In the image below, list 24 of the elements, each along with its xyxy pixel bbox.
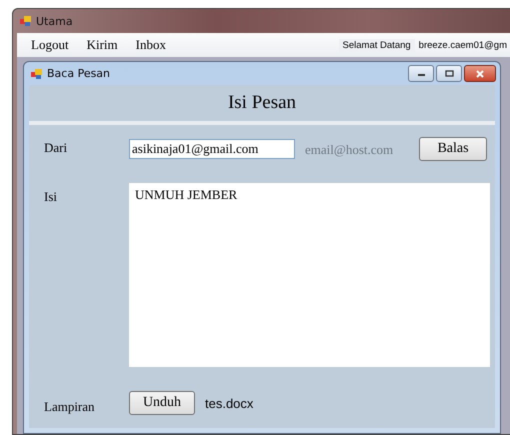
attachment-name: tes.docx xyxy=(205,396,254,410)
hint-label: email@host.com xyxy=(305,142,394,158)
greeting-label: Selamat Datang xyxy=(338,38,415,52)
app-icon xyxy=(31,68,42,78)
download-button[interactable]: Unduh xyxy=(129,391,195,415)
reply-button[interactable]: Balas xyxy=(419,137,487,161)
attachment-label: Lampiran xyxy=(44,398,96,415)
app-icon xyxy=(20,16,31,26)
user-label: breeze.caem01@gm xyxy=(418,40,507,50)
menu-item[interactable]: Inbox xyxy=(136,37,166,53)
minimize-button[interactable] xyxy=(408,65,434,82)
message-field[interactable]: UNMUH JEMBER xyxy=(129,183,490,367)
from-label: Dari xyxy=(44,139,68,156)
from-field[interactable]: asikinaja01@gmail.com xyxy=(129,139,295,159)
maximize-button[interactable] xyxy=(436,65,462,82)
body-label: Isi xyxy=(44,188,58,205)
header-title: Isi Pesan xyxy=(228,92,296,114)
menu-item[interactable]: Logout xyxy=(31,37,69,53)
menu-item[interactable]: Kirim xyxy=(86,37,118,53)
close-icon xyxy=(475,70,485,78)
window-title: Baca Pesan xyxy=(47,67,110,80)
window-title: Utama xyxy=(36,14,73,28)
close-button[interactable] xyxy=(464,65,496,82)
maximize-icon xyxy=(444,70,454,77)
